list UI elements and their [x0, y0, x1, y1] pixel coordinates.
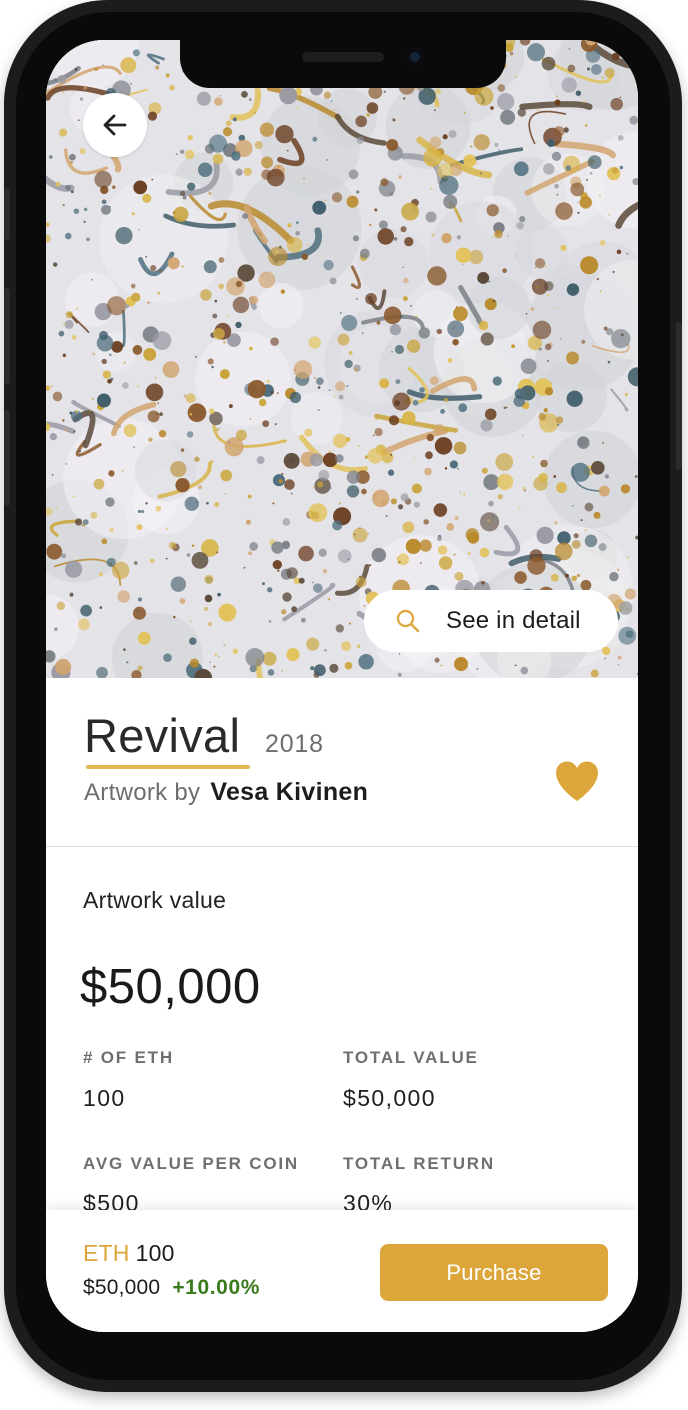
section-title: Artwork value [83, 887, 227, 913]
artist-byline: Artwork by Vesa Kivinen [84, 778, 368, 807]
stat-label-avg-value: AVG VALUE PER COIN [83, 1154, 299, 1173]
currency-symbol: ETH [83, 1240, 130, 1266]
speaker-grille [302, 52, 384, 62]
artwork-year: 2018 [265, 730, 324, 758]
stat-label-total-return: TOTAL RETURN [343, 1154, 495, 1173]
stat-value-eth-count: 100 [83, 1085, 126, 1111]
stat-label-eth-count: # OF ETH [83, 1048, 174, 1067]
stat-value-total-value: $50,000 [343, 1085, 436, 1111]
eth-holding: ETH 100 [83, 1240, 175, 1267]
artwork-title: Revival [84, 709, 241, 762]
byline-prefix: Artwork by [84, 779, 201, 806]
see-in-detail-button[interactable]: See in detail [364, 590, 618, 652]
front-camera [406, 48, 424, 66]
see-in-detail-label: See in detail [446, 607, 581, 634]
notch [180, 40, 506, 88]
purchase-bar: ETH 100 $50,000 +10.00% Purchase [46, 1210, 638, 1332]
eth-amount: 100 [135, 1240, 175, 1266]
arrow-left-icon [103, 114, 127, 136]
price-value: $50,000 [83, 1276, 161, 1299]
heart-icon[interactable] [554, 760, 600, 802]
artwork-header: Revival 2018 Artwork by Vesa Kivinen [46, 678, 638, 847]
stat-label-total-value: TOTAL VALUE [343, 1048, 479, 1067]
price-summary: $50,000 +10.00% [83, 1276, 260, 1300]
artist-name[interactable]: Vesa Kivinen [210, 778, 368, 806]
app-screen: See in detail Revival 2018 Artwork by Ves… [46, 40, 638, 1332]
mute-switch [4, 188, 10, 240]
back-button[interactable] [83, 93, 147, 157]
title-underline [86, 765, 250, 769]
volume-up-button [4, 288, 10, 384]
volume-down-button [4, 410, 10, 506]
price-change: +10.00% [172, 1276, 260, 1299]
artwork-value-amount: $50,000 [80, 960, 261, 1014]
purchase-button[interactable]: Purchase [380, 1244, 608, 1301]
search-icon [394, 607, 422, 635]
power-button [676, 322, 682, 470]
